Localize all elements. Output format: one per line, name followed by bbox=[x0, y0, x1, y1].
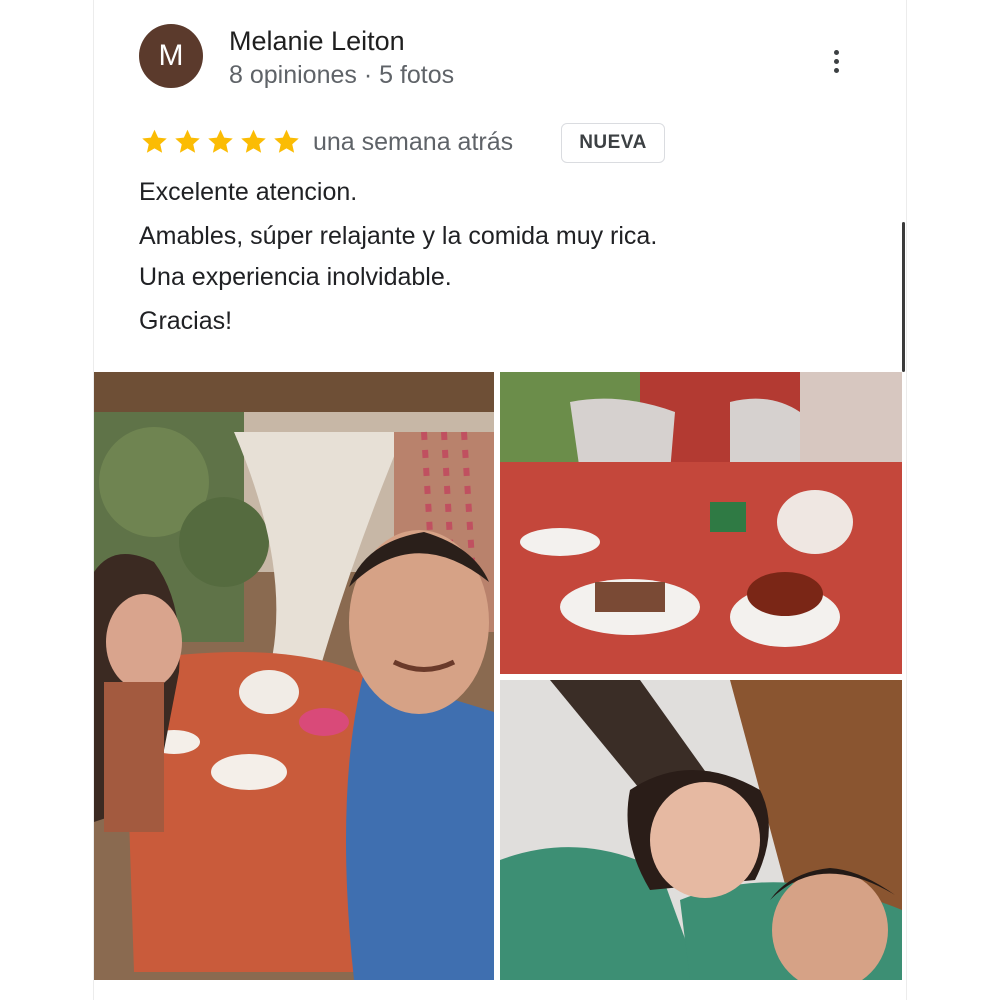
review-photo[interactable] bbox=[500, 680, 902, 980]
reviewer-meta: 8 opiniones · 5 fotos bbox=[229, 61, 455, 89]
scrollbar-thumb[interactable] bbox=[902, 222, 905, 372]
star-icon bbox=[241, 129, 266, 153]
star-icon bbox=[142, 129, 167, 153]
reviewer-name[interactable]: Melanie Leiton bbox=[229, 26, 405, 57]
review-text-line: Gracias! bbox=[139, 307, 233, 335]
more-vert-icon-dot bbox=[833, 67, 839, 73]
review-photo[interactable] bbox=[500, 372, 902, 674]
avatar[interactable]: M bbox=[139, 24, 203, 88]
review-photo-image bbox=[500, 372, 902, 674]
review-photo-image bbox=[500, 680, 902, 980]
review-text-line: Amables, súper relajante y la comida muy… bbox=[139, 222, 658, 250]
review-date: una semana atrás bbox=[313, 128, 514, 156]
more-vert-icon-dot bbox=[833, 58, 839, 64]
more-options-button[interactable] bbox=[818, 40, 854, 82]
review-text-line: Una experiencia inolvidable. bbox=[139, 263, 452, 291]
review-photo[interactable] bbox=[94, 372, 494, 980]
more-vert-icon-dot bbox=[833, 49, 839, 55]
star-rating bbox=[139, 127, 302, 157]
review-text-line: Excelente atencion. bbox=[139, 178, 358, 206]
review-photo-image bbox=[94, 372, 494, 980]
star-icon bbox=[274, 129, 299, 153]
new-badge: NUEVA bbox=[561, 123, 665, 163]
star-icon bbox=[175, 129, 200, 153]
star-icon bbox=[208, 129, 233, 153]
